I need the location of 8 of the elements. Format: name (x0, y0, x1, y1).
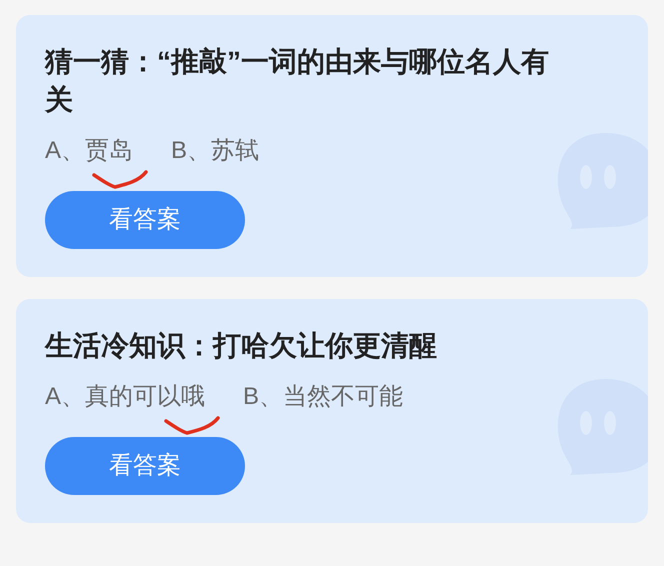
question-title: 生活冷知识：打哈欠让你更清醒 (45, 329, 438, 363)
view-answer-button[interactable]: 看答案 (45, 191, 245, 249)
answer-option: A、真的可以哦 (45, 383, 206, 410)
view-answer-button[interactable]: 看答案 (45, 437, 245, 495)
question-title: 猜一猜：“推敲”一词的由来与哪位名人有关 (45, 45, 550, 117)
answer-option: B、当然不可能 (243, 383, 404, 410)
answer-option: B、苏轼 (171, 137, 260, 164)
answer-option: A、贾岛 (45, 137, 134, 164)
